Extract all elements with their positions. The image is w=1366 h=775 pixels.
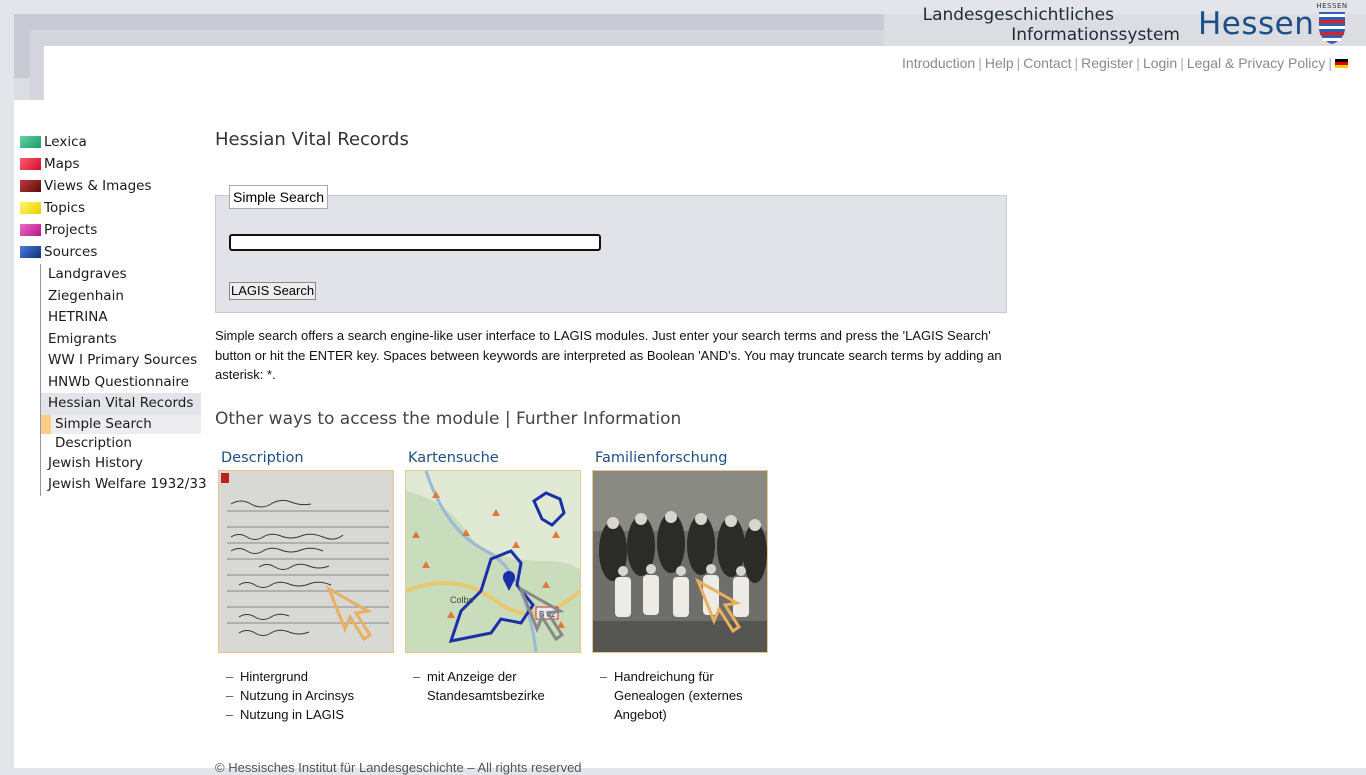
- site-title-line2: Informationssystem: [1011, 25, 1180, 45]
- sidebar-item-label: Description: [55, 434, 132, 451]
- map-search-thumbnail[interactable]: Colbe B 62: [405, 470, 581, 653]
- hessen-logo-text[interactable]: Hessen: [1198, 6, 1314, 42]
- main-content: Hessian Vital Records Simple Search LAGI…: [215, 128, 1015, 724]
- sidebar-item-label: Lexica: [44, 134, 87, 150]
- sidebar-item-simple-search[interactable]: Simple Search: [41, 414, 201, 434]
- sidebar-item-hessian-vital-records[interactable]: Hessian Vital Records: [41, 393, 201, 415]
- card-title[interactable]: Familienforschung: [595, 449, 768, 467]
- list-item[interactable]: Nutzung in Arcinsys: [218, 686, 394, 705]
- card-kartensuche: Kartensuche Colbe B 62 – mit Anzeige der…: [405, 449, 581, 705]
- card-description: Description – Hintergrund – Nutzung in A…: [218, 449, 394, 724]
- sidebar-item-projects[interactable]: Projects: [14, 220, 201, 242]
- nav-legal-privacy[interactable]: Legal & Privacy Policy: [1187, 55, 1326, 71]
- family-photo-thumbnail[interactable]: [592, 470, 768, 653]
- sidebar-item-label: Topics: [44, 200, 85, 216]
- card-link-list: Handreichung für Genealogen (externes An…: [592, 667, 768, 724]
- sidebar-item-jewish-history[interactable]: Jewish History: [41, 453, 201, 475]
- sources-color-icon: [20, 246, 41, 258]
- nav-help[interactable]: Help: [985, 55, 1014, 71]
- map-label-colbe: Colbe: [450, 595, 474, 605]
- list-item[interactable]: Hintergrund: [218, 667, 394, 686]
- sidebar-item-emigrants[interactable]: Emigrants: [41, 329, 201, 351]
- sidebar-item-hetrina[interactable]: HETRINA: [41, 307, 201, 329]
- sidebar-item-lexica[interactable]: Lexica: [14, 132, 201, 154]
- page-title: Hessian Vital Records: [215, 129, 409, 150]
- simple-search-legend: Simple Search: [229, 185, 329, 209]
- sidebar-item-topics[interactable]: Topics: [14, 198, 201, 220]
- sidebar-item-label: Simple Search: [55, 415, 152, 432]
- list-item[interactable]: mit Anzeige der Standesamtsbezirke: [405, 667, 581, 705]
- card-link-list: Hintergrund Nutzung in Arcinsys Nutzung …: [218, 667, 394, 724]
- lagis-search-button[interactable]: LAGIS Search: [229, 282, 317, 300]
- projects-color-icon: [20, 224, 41, 236]
- list-item[interactable]: Nutzung in LAGIS: [218, 705, 394, 724]
- site-title-line1: Landesgeschichtliches: [922, 5, 1114, 25]
- hessen-crest-icon[interactable]: HESSEN: [1313, 2, 1351, 46]
- sidebar-item-landgraves[interactable]: Landgraves: [41, 264, 201, 286]
- german-flag-icon[interactable]: [1335, 59, 1348, 68]
- card-title[interactable]: Kartensuche: [408, 449, 581, 467]
- topics-color-icon: [20, 202, 41, 214]
- sidebar-item-description[interactable]: Description: [41, 434, 201, 453]
- site-title: Landesgeschichtliches Informationssystem: [923, 5, 1180, 45]
- maps-color-icon: [20, 158, 41, 170]
- lexica-color-icon: [20, 136, 41, 148]
- card-title[interactable]: Description: [221, 449, 394, 467]
- top-navigation: Introduction | Help | Contact | Register | Login…: [902, 55, 1348, 71]
- nav-register[interactable]: Register: [1081, 55, 1133, 71]
- sidebar-item-label: Projects: [44, 222, 98, 238]
- vital-record-document-thumbnail[interactable]: [218, 470, 394, 653]
- card-link-list: mit Anzeige der Standesamtsbezirke: [405, 667, 581, 705]
- search-input[interactable]: [229, 234, 601, 251]
- sidebar-item-jewish-welfare[interactable]: Jewish Welfare 1932/33: [41, 474, 207, 496]
- sidebar-item-ziegenhain[interactable]: Ziegenhain: [41, 286, 201, 308]
- sidebar-item-label: Views & Images: [44, 178, 152, 194]
- nav-contact[interactable]: Contact: [1023, 55, 1071, 71]
- sources-submenu: Landgraves Ziegenhain HETRINA Emigrants …: [40, 264, 207, 496]
- card-familienforschung: Familienforschung – Handreichung für Gen…: [592, 449, 768, 724]
- views-color-icon: [20, 180, 41, 192]
- nav-login[interactable]: Login: [1143, 55, 1177, 71]
- further-info-title: Other ways to access the module | Furthe…: [215, 409, 682, 429]
- sidebar-item-ww1-sources[interactable]: WW I Primary Sources: [41, 350, 201, 372]
- sidebar-item-views-images[interactable]: Views & Images: [14, 176, 201, 198]
- nav-introduction[interactable]: Introduction: [902, 55, 975, 71]
- simple-search-fieldset: Simple Search LAGIS Search: [215, 185, 1007, 313]
- sidebar-item-hnwb-questionnaire[interactable]: HNWb Questionnaire: [41, 372, 201, 394]
- sidebar-item-label: Sources: [44, 244, 98, 260]
- sidebar-item-maps[interactable]: Maps: [14, 154, 201, 176]
- search-help-text: Simple search offers a search engine-lik…: [215, 328, 1002, 382]
- sidebar-item-sources[interactable]: Sources: [14, 242, 201, 264]
- sidebar: Lexica Maps Views & Images Topics Projec…: [14, 132, 207, 496]
- list-item[interactable]: Handreichung für Genealogen (externes An…: [592, 667, 768, 724]
- sidebar-item-label: Maps: [44, 156, 80, 172]
